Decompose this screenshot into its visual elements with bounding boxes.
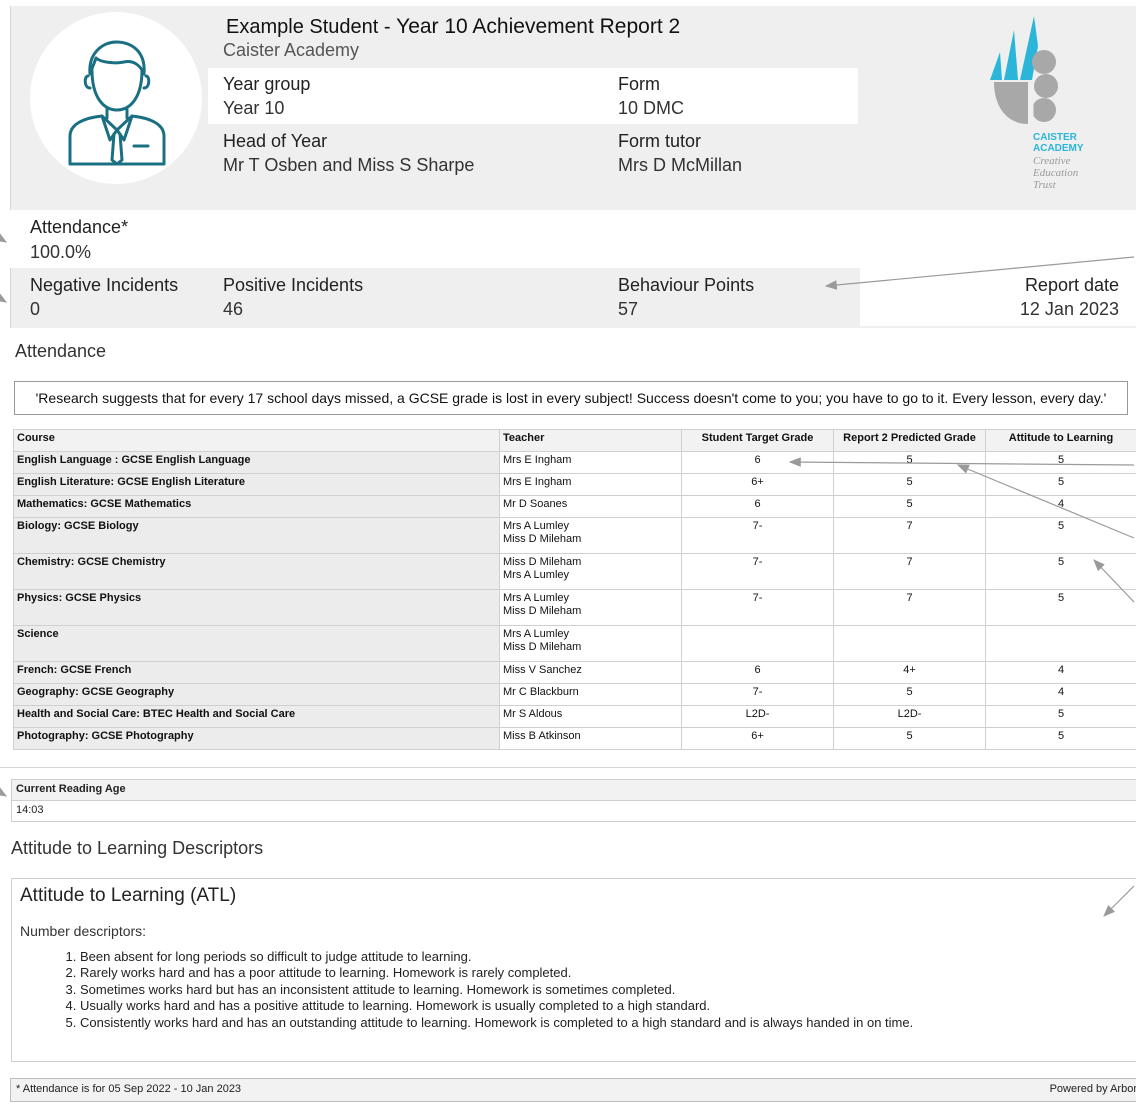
annotation-arrow-icon: [824, 256, 1135, 290]
annotation-arrows: [0, 232, 1135, 917]
annotation-arrow-icon: [956, 464, 1135, 539]
annotation-arrow-icon: [0, 786, 8, 797]
annotation-arrow-icon: [788, 457, 1135, 467]
annotation-arrow-icon: [1093, 559, 1135, 603]
annotation-arrow-icon: [0, 292, 8, 303]
annotation-arrow-icon: [0, 232, 8, 243]
annotation-arrow-icon: [1103, 885, 1135, 917]
